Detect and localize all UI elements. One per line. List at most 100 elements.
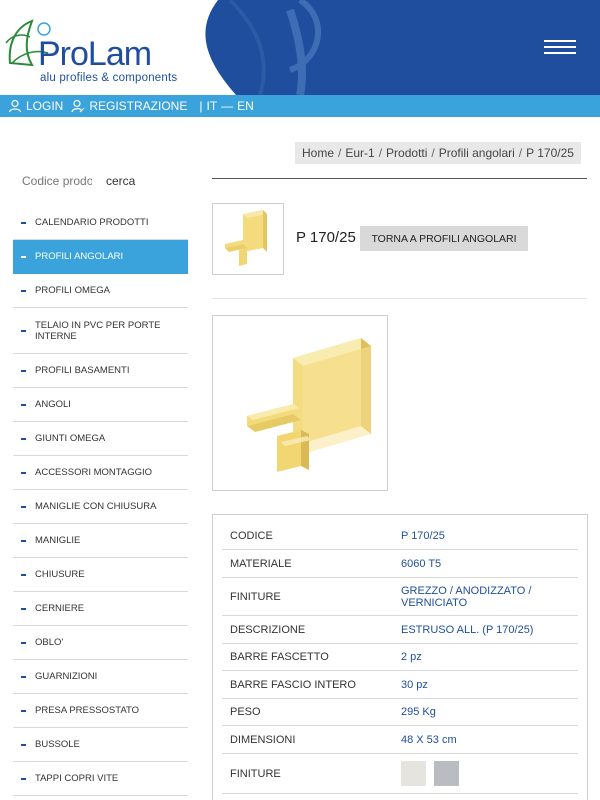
sidebar-item[interactable]: OBLO' [13, 626, 188, 660]
back-to-category-button[interactable]: TORNA A PROFILI ANGOLARI [360, 226, 528, 251]
bullet-icon [21, 743, 26, 746]
spec-row: PESO 295 Kg [222, 699, 578, 726]
spec-value: 2 pz [401, 651, 422, 663]
spec-key: DIMENSIONI [230, 733, 296, 746]
sidebar-item-label: ACCESSORI MONTAGGIO [35, 467, 153, 478]
breadcrumb-home[interactable]: Home [302, 146, 334, 160]
bullet-icon [21, 255, 26, 258]
bullet-icon [21, 607, 26, 610]
search-input[interactable] [22, 174, 92, 188]
logo-subtitle: alu profiles & components [40, 72, 178, 84]
bullet-icon [21, 505, 26, 508]
bullet-icon [21, 539, 26, 542]
spec-row: FINITURE [222, 754, 578, 794]
spec-row: DESCRIZIONE ESTRUSO ALL. (P 170/25) [222, 616, 578, 644]
spec-table: CODICE P 170/25 MATERIALE 6060 T5 FINITURE GR… [212, 514, 588, 800]
spec-value: 48 X 53 cm [401, 733, 457, 746]
bullet-icon [21, 641, 26, 644]
product-thumbnail[interactable] [212, 203, 284, 275]
register-link[interactable]: REGISTRAZIONE [71, 99, 187, 113]
breadcrumb-separator: / [378, 146, 383, 160]
breadcrumb-separator: / [431, 146, 435, 160]
sidebar-item[interactable]: PROFILI ANGOLARI [13, 240, 188, 274]
sidebar-item[interactable]: CALENDARIO PRODOTTI [13, 206, 188, 240]
section-divider [212, 298, 587, 299]
sidebar-item[interactable]: GUARNIZIONI [13, 660, 188, 694]
top-bar: LOGIN REGISTRAZIONE | IT — EN [0, 95, 600, 117]
spec-value: P 170/25 [401, 530, 445, 542]
spec-key: PESO [230, 706, 261, 718]
content-divider [212, 178, 587, 179]
topbar-separator: | [199, 99, 203, 113]
product-title: P 170/25 [296, 229, 356, 246]
profile-3d-image [247, 338, 371, 472]
sidebar-item[interactable]: PRESA PRESSOSTATO [13, 694, 188, 728]
spec-row: CODICE P 170/25 [222, 523, 578, 550]
bullet-icon [21, 471, 26, 474]
bullet-icon [21, 329, 26, 332]
breadcrumb-current: P 170/25 [526, 146, 574, 160]
finish-swatch-raw[interactable] [401, 761, 426, 786]
sidebar-item-label: PRESA PRESSOSTATO [35, 705, 140, 716]
sidebar-item-label: GIUNTI OMEGA [35, 433, 106, 444]
sidebar-item-label: BUSSOLE [35, 739, 80, 750]
lang-it-link[interactable]: IT [206, 99, 217, 113]
spec-row: BARRE FASCETTO 2 pz [222, 644, 578, 671]
sidebar-item[interactable]: TELAIO IN PVC PER PORTE INTERNE [13, 308, 188, 354]
breadcrumb-prodotti[interactable]: Prodotti [386, 146, 427, 160]
breadcrumb: Home / Eur-1 / Prodotti / Profili angola… [295, 142, 581, 164]
sidebar-item-label: PROFILI ANGOLARI [35, 251, 124, 262]
sidebar-item-label: CHIUSURE [35, 569, 85, 580]
bullet-icon [21, 437, 26, 440]
sidebar-item[interactable]: MANIGLIE CON CHIUSURA [13, 490, 188, 524]
sidebar-item-label: CERNIERE [35, 603, 85, 614]
sidebar-item[interactable]: TAPPI COPRI VITE [13, 762, 188, 796]
logo-text: ProLam [38, 35, 152, 73]
sidebar-item[interactable]: MANIGLIE [13, 524, 188, 558]
spec-row: MATERIALE 6060 T5 [222, 550, 578, 578]
product-search: cerca [22, 172, 192, 190]
sidebar-item[interactable]: BUSSOLE [13, 728, 188, 762]
spec-row: BARRE FASCIO INTERO 30 pz [222, 671, 578, 699]
bullet-icon [21, 403, 26, 406]
sidebar-item-label: TELAIO IN PVC PER PORTE INTERNE [35, 319, 161, 342]
spec-row: FINITURE GREZZO / ANODIZZATO / VERNICIATO [222, 578, 578, 616]
breadcrumb-eur1[interactable]: Eur-1 [345, 146, 374, 160]
sidebar-item[interactable]: ANGOLI [13, 388, 188, 422]
spec-value: GREZZO / ANODIZZATO / VERNICIATO [401, 584, 532, 609]
lang-separator: — [221, 99, 234, 113]
sidebar-item-label: OBLO' [35, 637, 64, 648]
login-label: LOGIN [26, 99, 64, 113]
search-button[interactable]: cerca [106, 174, 135, 188]
logo[interactable]: ProLam alu profiles & components [0, 5, 200, 90]
spec-key: FINITURE [230, 590, 281, 603]
spec-key: MATERIALE [230, 557, 292, 570]
bullet-icon [21, 221, 26, 224]
login-link[interactable]: LOGIN [8, 99, 63, 113]
product-main-image[interactable] [212, 315, 388, 491]
breadcrumb-profili-angolari[interactable]: Profili angolari [439, 146, 515, 160]
sidebar-item-label: PROFILI BASAMENTI [35, 365, 130, 376]
spec-key: BARRE FASCETTO [230, 651, 329, 663]
sidebar-item-label: PROFILI OMEGA [35, 285, 110, 296]
spec-value: 30 pz [401, 678, 428, 691]
sidebar-item[interactable]: ACCESSORI MONTAGGIO [13, 456, 188, 490]
hamburger-icon[interactable] [544, 38, 578, 58]
profile-thumbnail-image [225, 210, 267, 266]
register-label: REGISTRAZIONE [89, 99, 188, 113]
spec-value: 6060 T5 [401, 557, 442, 570]
sidebar-item[interactable]: PROFILI OMEGA [13, 274, 188, 308]
sidebar-item[interactable]: CHIUSURE [13, 558, 188, 592]
sidebar-item[interactable]: GIUNTI OMEGA [13, 422, 188, 456]
sidebar-item-label: MANIGLIE [35, 535, 81, 546]
sidebar-item-label: CALENDARIO PRODOTTI [35, 217, 149, 228]
sidebar-item-label: MANIGLIE CON CHIUSURA [35, 501, 157, 512]
bullet-icon [21, 675, 26, 678]
spec-value [401, 761, 578, 786]
sidebar-item[interactable]: PROFILI BASAMENTI [13, 354, 188, 388]
sidebar-item[interactable]: CERNIERE [13, 592, 188, 626]
sidebar-item-label: GUARNIZIONI [35, 671, 98, 682]
finish-swatch-silver[interactable] [434, 761, 459, 786]
lang-en-link[interactable]: EN [237, 99, 254, 113]
sidebar-item-label: TAPPI COPRI VITE [35, 773, 119, 784]
